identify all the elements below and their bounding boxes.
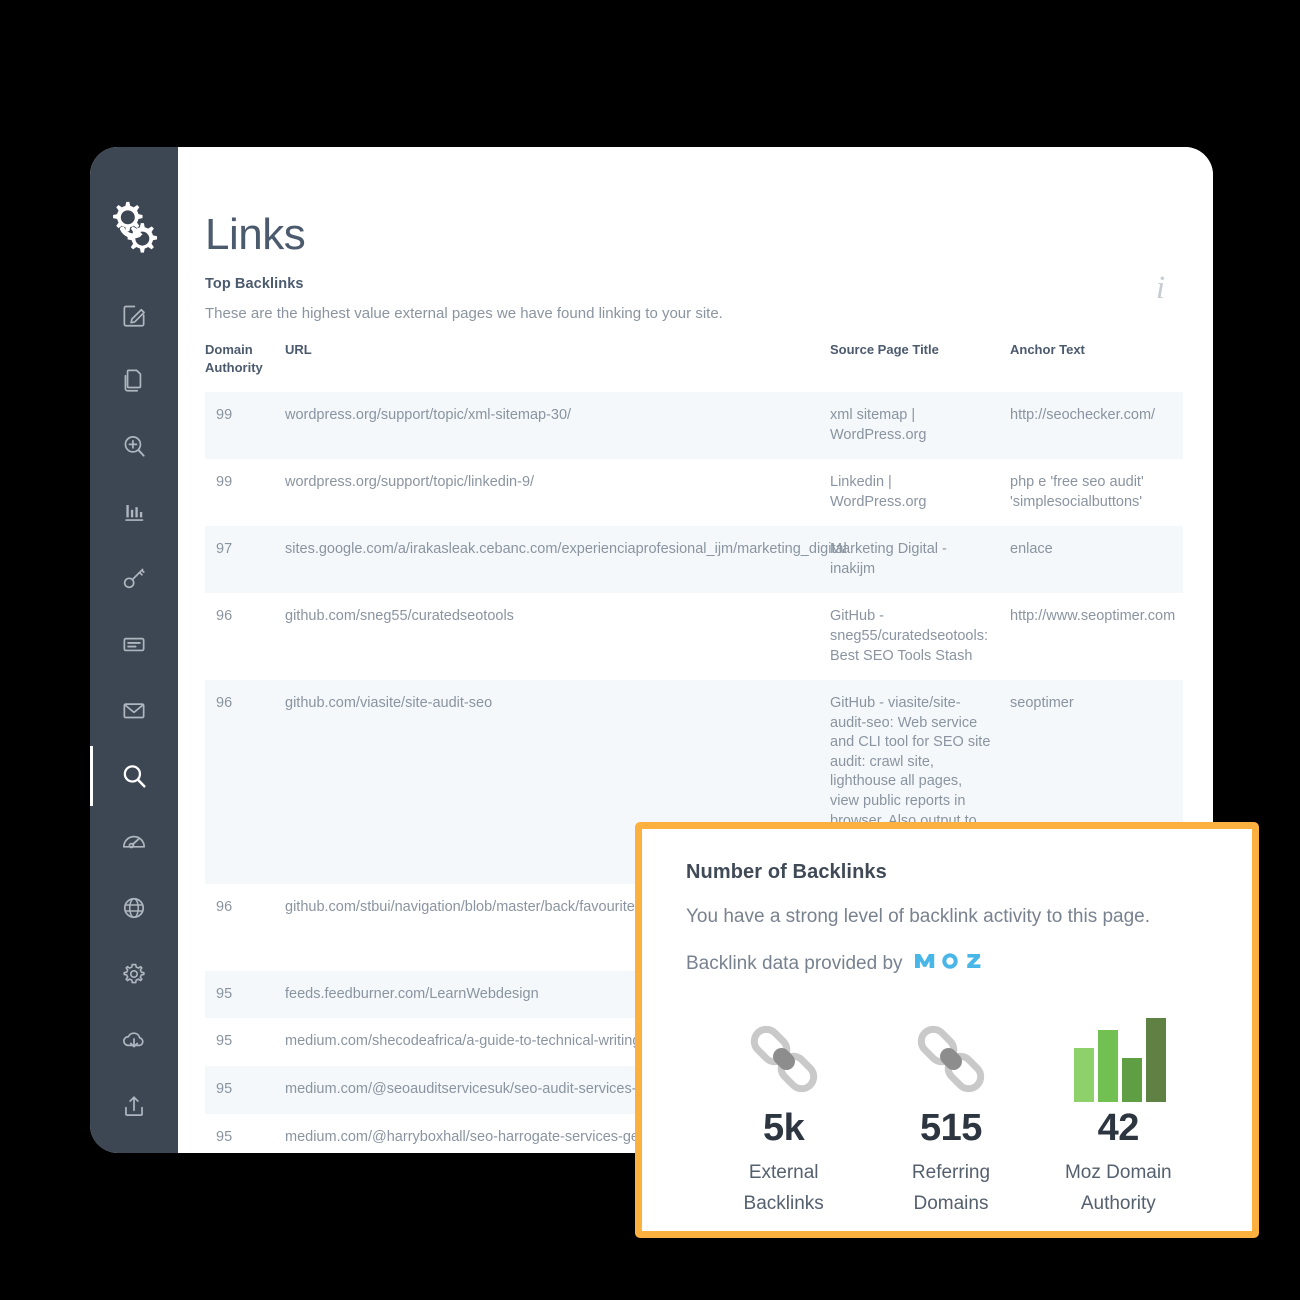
sidebar-nav [90,147,178,1153]
sidebar-item-email[interactable] [90,677,178,743]
cell-source-page-title: Linkedin | WordPress.org [830,474,927,510]
sidebar-item-upload[interactable] [90,1073,178,1139]
stat-value: 515 [920,1107,982,1149]
cell-domain-authority: 96 [205,680,285,885]
sidebar-item-social[interactable] [90,875,178,941]
column-header-url[interactable]: URL [285,341,830,392]
search-icon [123,765,146,788]
card-provider-row: Backlink data provided by [686,949,1208,979]
cell-domain-authority: 99 [205,392,285,460]
stat-label-line1: External [748,1162,819,1183]
screenshot-stage: Links Top Backlinks These are the highes… [0,0,1300,1300]
chain-link-icon [750,1025,817,1093]
stat-label-line2: Domains [913,1193,989,1215]
stat-label-line2: Backlinks [743,1193,824,1215]
backlinks-summary-card: Number of Backlinks You have a strong le… [635,822,1259,1238]
card-provider-prefix: Backlink data provided by [686,953,903,974]
cell-domain-authority: 95 [205,970,285,1019]
moz-logo-icon [914,949,989,979]
table-header: Domain Authority URL Source Page Title A… [205,341,1183,392]
cell-anchor-text: enlace [1010,526,1183,594]
cell-url: wordpress.org/support/topic/xml-sitemap-… [285,392,830,460]
card-description: You have a strong level of backlink acti… [686,906,1151,927]
card-title: Number of Backlinks [686,861,887,883]
active-indicator-bar [90,746,93,806]
sidebar-item-listings[interactable] [90,611,178,677]
cell-url: sites.google.com/a/irakasleak.cebanc.com… [285,526,847,594]
cell-url: github.com/sneg55/curatedseotools [285,608,514,625]
sidebar-item-inspect[interactable] [90,413,178,479]
stat-block: 515 Referring Domains [867,1013,1034,1220]
stat-value: 5k [763,1107,805,1149]
table-row[interactable]: 99 wordpress.org/support/topic/xml-sitema… [205,392,1183,460]
cell-anchor-text: http://www.seoptimer.com [1010,608,1176,625]
cell-source-page-title: GitHub - sneg55/curatedseotools: Best SE… [830,608,988,664]
stat-block: 42 Moz Domain Authority [1035,1013,1202,1220]
sidebar-item-reports[interactable] [90,479,178,545]
page-title: Links [205,210,306,259]
sidebar-item-keywords[interactable] [90,545,178,611]
card-stats-row: 5k External Backlinks 515 Referring Domains … [686,1013,1208,1220]
table-row[interactable]: 97 sites.google.com/a/irakasleak.cebanc.c… [205,526,1183,594]
stat-label: External Backlinks [700,1157,867,1220]
section-header: Top Backlinks These are the highest valu… [205,270,1195,322]
stat-value: 42 [1097,1107,1140,1149]
cell-domain-authority: 96 [216,899,233,916]
section-title: Top Backlinks [205,276,304,292]
bar-chart-icon [1074,1018,1167,1102]
stat-block: 5k External Backlinks [700,1013,867,1220]
sidebar-item-speed[interactable] [90,809,178,875]
cell-source-page-title: xml sitemap | WordPress.org [830,392,1010,460]
sidebar-item-settings[interactable] [90,941,178,1007]
sidebar-item-edit[interactable] [90,281,178,347]
cell-domain-authority: 95 [205,1066,285,1114]
cell-domain-authority: 97 [205,526,285,594]
chain-link-icon [700,1013,867,1105]
column-header-domain-authority[interactable]: Domain Authority [205,341,285,392]
sidebar-item-links[interactable] [90,743,178,809]
cell-domain-authority: 95 [216,1033,233,1050]
stat-label-line1: Moz Domain [1064,1162,1172,1183]
cell-source-page-title: Marketing Digital - inakijm [830,526,1010,594]
column-header-source-page-title[interactable]: Source Page Title [830,341,1010,392]
cell-domain-authority: 99 [216,474,233,491]
stat-label: Referring Domains [867,1157,1034,1220]
column-header-anchor-text[interactable]: Anchor Text [1010,341,1183,392]
cell-anchor-text: http://seochecker.com/ [1010,392,1183,460]
table-row[interactable]: 96 github.com/sneg55/curatedseotools GitHu… [205,593,1183,680]
stat-label-line2: Authority [1080,1193,1156,1215]
table-header-row: Domain Authority URL Source Page Title A… [205,341,1183,392]
chain-link-icon [917,1025,985,1093]
stat-label: Moz Domain Authority [1035,1157,1202,1220]
cell-url: wordpress.org/support/topic/linkedin-9/ [285,474,535,491]
cell-domain-authority: 96 [216,608,233,625]
info-icon[interactable]: i [1156,270,1165,307]
gears-logo-icon[interactable] [102,195,166,259]
sidebar-item-download[interactable] [90,1007,178,1073]
sidebar-item-pages[interactable] [90,347,178,413]
stat-label-line1: Referring [911,1162,991,1183]
cell-anchor-text: php e 'free seo audit' 'simplesocialbutt… [1010,474,1144,510]
section-subtitle: These are the highest value external pag… [205,305,723,322]
bar-chart-icon [1035,1013,1202,1105]
chain-link-icon [867,1013,1034,1105]
cell-domain-authority: 95 [216,1128,233,1145]
table-row[interactable]: 99 wordpress.org/support/topic/linkedin-9… [205,459,1183,526]
